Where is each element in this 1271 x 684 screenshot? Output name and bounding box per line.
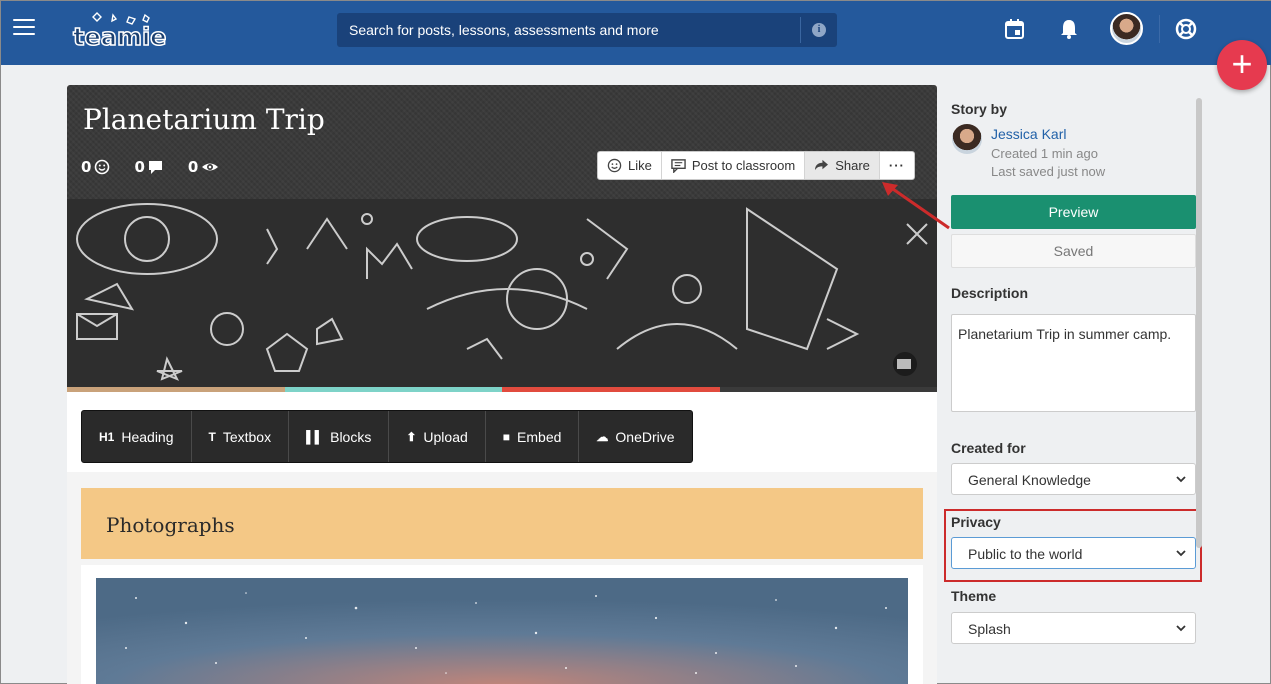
comments-count: 0 (134, 158, 163, 176)
user-avatar[interactable] (1110, 12, 1143, 45)
cloud-icon: ☁ (596, 429, 609, 444)
photographs-section-header[interactable]: Photographs (81, 488, 923, 559)
author-name-link[interactable]: Jessica Karl (991, 126, 1066, 142)
calendar-icon[interactable] (1004, 18, 1026, 40)
search-input[interactable]: Search for posts, lessons, assessments a… (349, 22, 659, 38)
eye-icon (202, 163, 219, 171)
created-for-select[interactable]: General Knowledge (951, 463, 1196, 495)
teamie-logo[interactable]: teamie (71, 9, 167, 53)
topbar-divider (1159, 15, 1160, 43)
chevron-down-icon (1176, 550, 1186, 557)
help-lifebuoy-icon[interactable] (1175, 18, 1197, 40)
top-bar: teamie Search for posts, lessons, assess… (1, 1, 1271, 65)
info-icon[interactable]: i (812, 23, 826, 37)
panel-scrollbar[interactable] (1196, 98, 1202, 548)
theme-label: Theme (951, 588, 997, 604)
chevron-down-icon (1176, 476, 1186, 483)
planetarium-photo[interactable] (96, 578, 908, 684)
post-to-classroom-button[interactable]: Post to classroom (662, 152, 806, 179)
story-header: Planetarium Trip 0 0 0 Like Post to clas… (67, 85, 937, 199)
notification-bell-icon[interactable] (1058, 18, 1080, 40)
blocks-icon: ▌▌ (306, 429, 324, 444)
blocks-tool-button[interactable]: ▌▌ Blocks (289, 411, 390, 462)
create-new-button[interactable]: + (1217, 40, 1267, 90)
story-settings-panel: Story by Jessica Karl Created 1 min ago … (938, 85, 1206, 684)
description-textarea[interactable]: Planetarium Trip in summer camp. (951, 314, 1196, 412)
smiley-icon (607, 158, 622, 173)
comment-icon (148, 161, 162, 174)
story-cover-image[interactable] (67, 199, 937, 387)
story-actions: Like Post to classroom Share ··· (597, 151, 915, 180)
upload-tool-button[interactable]: ⬆ Upload (389, 411, 486, 462)
smiley-icon (95, 159, 110, 175)
saved-button[interactable]: Saved (951, 234, 1196, 268)
heading-icon: H1 (99, 429, 115, 444)
description-label: Description (951, 285, 1029, 301)
onedrive-tool-button[interactable]: ☁ OneDrive (579, 411, 691, 462)
share-button[interactable]: Share (805, 152, 880, 179)
upload-icon: ⬆ (406, 429, 417, 444)
views-count: 0 (188, 158, 219, 176)
chevron-down-icon (1176, 625, 1186, 632)
content-toolbar: H1 Heading T Textbox ▌▌ Blocks ⬆ Upload ■ Emb… (81, 410, 693, 463)
search-divider (800, 17, 801, 43)
story-editor: Planetarium Trip 0 0 0 Like Post to clas… (67, 85, 937, 684)
search-bar[interactable]: Search for posts, lessons, assessments a… (337, 13, 837, 47)
theme-select[interactable]: Splash (951, 612, 1196, 644)
created-time: Created 1 min ago (991, 146, 1098, 161)
preview-button[interactable]: Preview (951, 195, 1196, 229)
content-toolbar-area: H1 Heading T Textbox ▌▌ Blocks ⬆ Upload ■ Emb… (67, 392, 937, 472)
like-button[interactable]: Like (598, 152, 662, 179)
textbox-tool-button[interactable]: T Textbox (192, 411, 290, 462)
section-title[interactable]: Photographs (106, 513, 235, 537)
video-camera-icon: ■ (502, 429, 511, 444)
story-title[interactable]: Planetarium Trip (83, 103, 325, 136)
author-avatar[interactable] (952, 124, 982, 154)
heading-tool-button[interactable]: H1 Heading (82, 411, 192, 462)
hamburger-menu-icon[interactable] (13, 19, 35, 37)
photo-block (81, 565, 923, 684)
story-by-label: Story by (951, 101, 1008, 117)
story-stats: 0 0 0 (81, 158, 243, 176)
more-options-button[interactable]: ··· (880, 152, 914, 179)
privacy-select[interactable]: Public to the world (951, 537, 1196, 569)
privacy-label: Privacy (951, 514, 1001, 530)
last-saved-time: Last saved just now (991, 164, 1106, 179)
text-icon: T (208, 429, 216, 444)
share-arrow-icon (815, 159, 829, 171)
reactions-count: 0 (81, 158, 110, 176)
post-comment-icon (671, 159, 686, 173)
created-for-label: Created for (951, 440, 1026, 456)
embed-tool-button[interactable]: ■ Embed (486, 411, 580, 462)
svg-text:teamie: teamie (73, 23, 166, 51)
